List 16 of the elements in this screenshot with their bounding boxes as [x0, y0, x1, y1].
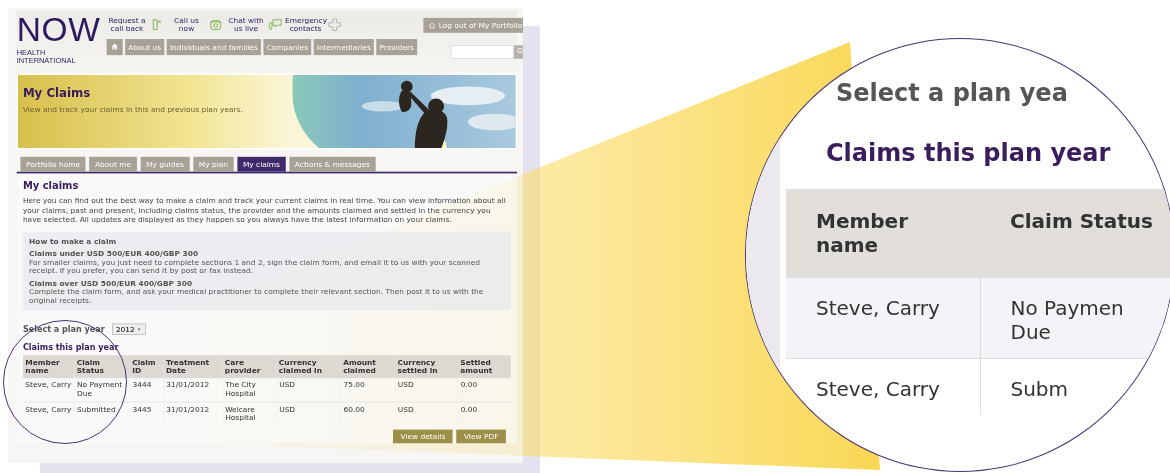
table-title: Claims this plan year: [825, 139, 1112, 167]
plan-year-label: Select a plan yea: [835, 79, 1069, 107]
table-cell: Steve, Carry: [786, 277, 980, 359]
caret-icon: [137, 326, 143, 332]
column-header: Member name: [786, 189, 980, 278]
home-icon[interactable]: [110, 41, 119, 51]
search-field[interactable]: [450, 45, 514, 59]
table-cell: Subm: [980, 358, 1170, 415]
section-title: My claims: [22, 178, 80, 192]
table-title: Claims this plan year: [22, 342, 120, 352]
logo: NOW: [16, 11, 101, 48]
table-cell: No Paymen Due: [980, 277, 1170, 359]
home-button[interactable]: [106, 39, 123, 56]
table-cell: Steve, Carry: [786, 358, 980, 415]
column-header: Claim Status: [980, 189, 1170, 278]
banner-title: My Claims: [22, 86, 92, 100]
